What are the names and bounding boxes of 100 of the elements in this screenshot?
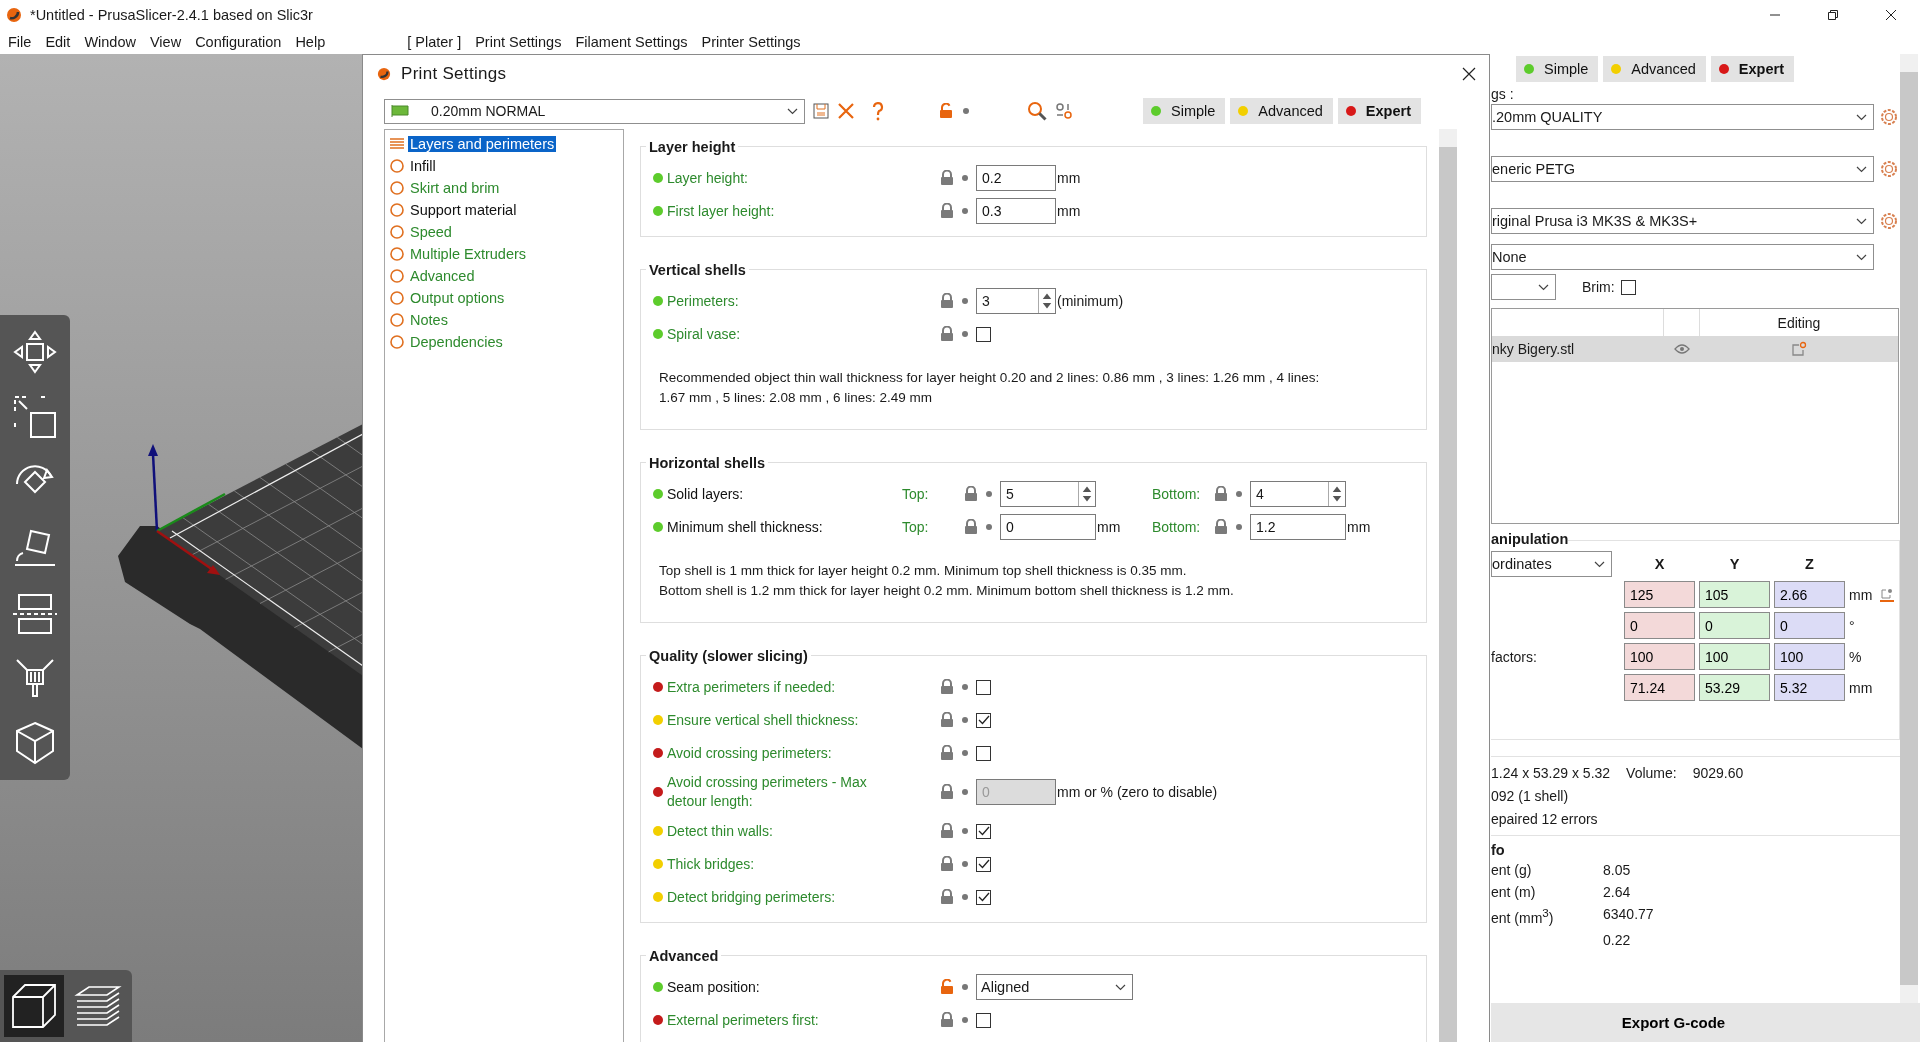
lock-icon[interactable] (940, 293, 954, 309)
menu-item[interactable]: Configuration (188, 34, 289, 50)
checkbox[interactable] (976, 745, 991, 761)
tree-item[interactable]: Dependencies (408, 334, 505, 350)
lock-icon[interactable] (940, 1012, 954, 1028)
checkbox[interactable] (976, 326, 991, 342)
tab[interactable]: Printer Settings (694, 34, 808, 50)
lock-icon[interactable] (964, 519, 978, 535)
axis-field[interactable]: 105 (1699, 581, 1770, 608)
checkbox[interactable] (976, 712, 991, 728)
save-icon[interactable] (813, 103, 829, 119)
mode-button[interactable]: Expert (1337, 98, 1421, 124)
drop-to-bed-icon[interactable] (1880, 587, 1895, 602)
status-dot-icon (962, 1017, 968, 1023)
gear-icon[interactable] (1880, 212, 1898, 230)
mode-button[interactable]: Advanced (1603, 56, 1706, 82)
lock-icon[interactable] (940, 170, 954, 186)
object-row[interactable]: nky Bigery.stl (1492, 336, 1898, 362)
search-icon[interactable] (1027, 101, 1047, 121)
preset-combo[interactable]: .20mm QUALITY (1491, 104, 1874, 130)
number-field[interactable]: 0.2 (976, 165, 1056, 191)
lock-icon[interactable] (940, 823, 954, 839)
tab[interactable]: [ Plater ] (400, 34, 469, 50)
axis-field[interactable]: 53.29 (1699, 674, 1770, 701)
unlocked-lock-icon[interactable] (939, 103, 953, 119)
axis-field[interactable]: 100 (1624, 643, 1695, 670)
field-label: Bottom: (1152, 519, 1202, 535)
edit-icon[interactable] (1791, 341, 1807, 357)
axis-field[interactable]: 100 (1774, 643, 1845, 670)
compare-icon[interactable] (1055, 102, 1073, 120)
lock-icon[interactable] (940, 856, 954, 872)
tree-item[interactable]: Multiple Extruders (408, 246, 529, 262)
checkbox[interactable] (1620, 279, 1636, 295)
tree-item[interactable]: Speed (408, 224, 454, 240)
lock-icon[interactable] (940, 326, 954, 342)
preset-combo[interactable]: riginal Prusa i3 MK3S & MK3S+ (1491, 208, 1874, 234)
lock-icon[interactable] (964, 486, 978, 502)
tree-item[interactable]: Layers and perimeters (408, 136, 557, 152)
mode-button[interactable]: Simple (1143, 98, 1226, 124)
checkbox[interactable] (976, 1012, 991, 1028)
eye-icon[interactable] (1674, 344, 1690, 354)
mode-button[interactable]: Advanced (1230, 98, 1333, 124)
checkbox[interactable] (976, 823, 991, 839)
delete-icon[interactable] (837, 102, 855, 120)
checkbox[interactable] (976, 679, 991, 695)
spin-field[interactable]: 5 (1000, 481, 1096, 507)
lock-icon[interactable] (940, 889, 954, 905)
preset-combo[interactable]: eneric PETG (1491, 156, 1874, 182)
setting-label: Perimeters: (667, 291, 739, 311)
mode-button[interactable]: Expert (1710, 56, 1794, 82)
volume-label: Volume: (1626, 765, 1677, 781)
setting-label: Detect bridging perimeters: (667, 887, 836, 907)
export-gcode-button[interactable]: Export G-code (1491, 1003, 1920, 1042)
scrollbar[interactable] (1439, 129, 1457, 1042)
lock-icon[interactable] (940, 203, 954, 219)
scrollbar[interactable] (1900, 54, 1918, 1003)
tab[interactable]: Print Settings (468, 34, 569, 50)
view-button[interactable] (4, 975, 64, 1037)
select-field[interactable]: Aligned (976, 974, 1133, 1000)
axis-field[interactable]: 125 (1624, 581, 1695, 608)
checkbox[interactable] (976, 856, 991, 872)
tab[interactable]: Filament Settings (568, 34, 695, 50)
tree-item[interactable]: Infill (408, 158, 438, 174)
preset-combo[interactable]: None (1491, 244, 1874, 270)
tree-item[interactable]: Notes (408, 312, 450, 328)
lock-icon[interactable] (1214, 486, 1228, 502)
axis-field[interactable]: 2.66 (1774, 581, 1845, 608)
tree-item[interactable]: Support material (408, 202, 519, 218)
axis-field[interactable]: 100 (1699, 643, 1770, 670)
lock-icon[interactable] (940, 712, 954, 728)
tree-item[interactable]: Output options (408, 290, 507, 306)
axis-field[interactable]: 5.32 (1774, 674, 1845, 701)
lock-icon[interactable] (1214, 519, 1228, 535)
menu-item[interactable]: Edit (38, 34, 78, 50)
number-field[interactable]: 0 (1000, 514, 1096, 540)
menu-item[interactable]: View (142, 34, 189, 50)
preset-combo[interactable]: 0.20mm NORMAL (384, 98, 805, 124)
supports-combo[interactable] (1491, 274, 1556, 300)
menu-item[interactable]: Window (77, 34, 143, 50)
gear-icon[interactable] (1880, 160, 1898, 178)
menu-item[interactable]: Help (288, 34, 333, 50)
axis-field[interactable]: 71.24 (1624, 674, 1695, 701)
unlocked-lock-icon[interactable] (940, 979, 954, 995)
axis-field[interactable]: 0 (1699, 612, 1770, 639)
checkbox[interactable] (976, 889, 991, 905)
spin-field[interactable]: 4 (1250, 481, 1346, 507)
tree-item[interactable]: Skirt and brim (408, 180, 502, 196)
number-field[interactable]: 1.2 (1250, 514, 1346, 540)
gear-icon[interactable] (1880, 108, 1898, 126)
axis-field[interactable]: 0 (1624, 612, 1695, 639)
info-label: ent (mm$^{3}$) (1491, 906, 1555, 926)
lock-icon[interactable] (940, 679, 954, 695)
tree-item[interactable]: Advanced (408, 268, 477, 284)
spin-field[interactable]: 3 (976, 288, 1056, 314)
number-field[interactable]: 0.3 (976, 198, 1056, 224)
menu-item[interactable]: File (1, 34, 39, 50)
mode-button[interactable]: Simple (1516, 56, 1599, 82)
coordinates-combo[interactable]: ordinates (1491, 551, 1612, 577)
lock-icon[interactable] (940, 745, 954, 761)
axis-field[interactable]: 0 (1774, 612, 1845, 639)
